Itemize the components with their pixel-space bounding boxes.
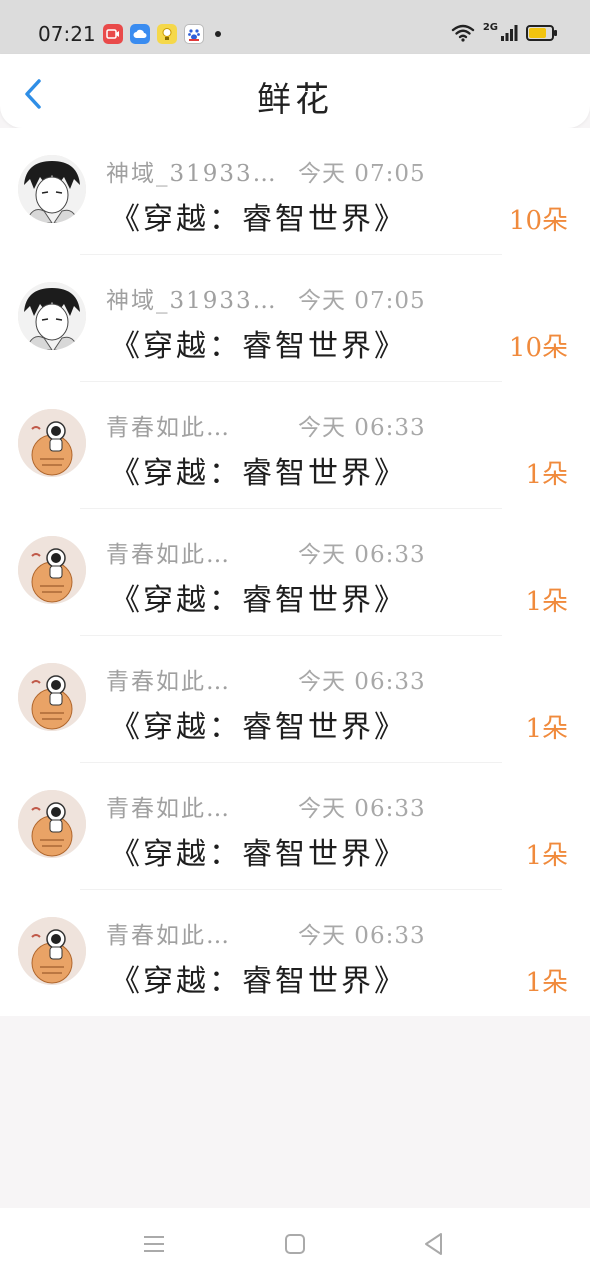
book-title: 《穿越：睿智世界》 [110, 202, 407, 237]
flower-gift-list: 神域_31933… 今天 07:05 《穿越：睿智世界》 10朵 神域_3193… [0, 128, 590, 1016]
flower-count: 1朵 [525, 714, 568, 744]
system-icons: 2G [451, 21, 557, 42]
send-time: 今天 06:33 [298, 415, 426, 441]
wifi-icon [451, 24, 475, 42]
user-avatar[interactable] [18, 536, 86, 604]
more-notifications-dot [215, 31, 221, 37]
page-title: 鲜花 [257, 80, 333, 120]
flower-count: 10朵 [508, 206, 568, 236]
status-bar: 07:21 2G [0, 0, 590, 54]
back-triangle-icon [425, 1233, 442, 1255]
book-title: 《穿越：睿智世界》 [110, 329, 407, 364]
user-avatar[interactable] [18, 282, 86, 350]
sender-name: 青春如此… [106, 415, 231, 441]
home-button[interactable] [281, 1230, 309, 1258]
book-title: 《穿越：睿智世界》 [110, 456, 407, 491]
sender-name: 青春如此… [106, 923, 231, 949]
flower-count: 1朵 [525, 587, 568, 617]
book-title: 《穿越：睿智世界》 [110, 583, 407, 618]
list-item[interactable]: 青春如此… 今天 06:33 《穿越：睿智世界》 1朵 [0, 636, 590, 763]
sender-name: 青春如此… [106, 542, 231, 568]
sender-name: 青春如此… [106, 796, 231, 822]
list-item[interactable]: 青春如此… 今天 06:33 《穿越：睿智世界》 1朵 [0, 890, 590, 1017]
top-bar: 鲜花 [0, 54, 590, 128]
list-item[interactable]: 青春如此… 今天 06:33 《穿越：睿智世界》 1朵 [0, 509, 590, 636]
flower-count: 1朵 [525, 460, 568, 490]
send-time: 今天 06:33 [298, 542, 426, 568]
user-avatar[interactable] [18, 917, 86, 985]
book-title: 《穿越：睿智世界》 [110, 837, 407, 872]
recent-apps-button[interactable] [140, 1230, 168, 1258]
home-square-icon [285, 1234, 305, 1254]
menu-icon [144, 1236, 164, 1252]
flower-count: 1朵 [525, 841, 568, 871]
status-time: 07:21 [38, 22, 96, 46]
bulb-app-icon [157, 24, 177, 44]
send-time: 今天 06:33 [298, 923, 426, 949]
notification-icons [103, 24, 221, 44]
flower-count: 1朵 [525, 968, 568, 998]
list-item[interactable]: 青春如此… 今天 06:33 《穿越：睿智世界》 1朵 [0, 763, 590, 890]
send-time: 今天 06:33 [298, 669, 426, 695]
list-item[interactable]: 神域_31933… 今天 07:05 《穿越：睿智世界》 10朵 [0, 255, 590, 382]
system-back-button[interactable] [420, 1230, 448, 1258]
system-nav-bar [0, 1208, 590, 1280]
list-item[interactable]: 青春如此… 今天 06:33 《穿越：睿智世界》 1朵 [0, 382, 590, 509]
battery-level [529, 28, 546, 38]
user-avatar[interactable] [18, 409, 86, 477]
user-avatar[interactable] [18, 663, 86, 731]
book-title: 《穿越：睿智世界》 [110, 710, 407, 745]
send-time: 今天 06:33 [298, 796, 426, 822]
signal-icon [501, 25, 518, 41]
book-title: 《穿越：睿智世界》 [110, 964, 407, 999]
user-avatar[interactable] [18, 155, 86, 223]
sender-name: 神域_31933… [106, 288, 278, 314]
flower-count: 10朵 [508, 333, 568, 363]
send-time: 今天 07:05 [298, 161, 426, 187]
send-time: 今天 07:05 [298, 288, 426, 314]
baidu-app-icon [184, 24, 204, 44]
sender-name: 神域_31933… [106, 161, 278, 187]
network-type-label: 2G [482, 21, 498, 33]
cloud-app-icon [130, 24, 150, 44]
user-avatar[interactable] [18, 790, 86, 858]
list-item[interactable]: 神域_31933… 今天 07:05 《穿越：睿智世界》 10朵 [0, 128, 590, 255]
sender-name: 青春如此… [106, 669, 231, 695]
battery-icon [526, 25, 557, 41]
video-app-icon [103, 24, 123, 44]
